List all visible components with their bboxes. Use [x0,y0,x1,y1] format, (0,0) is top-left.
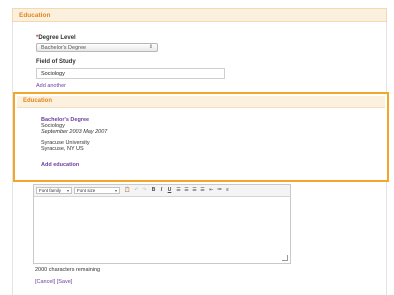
education-panel-header: Education [17,96,385,108]
ordered-list-icon[interactable]: ≡ [224,187,231,194]
paste-icon[interactable]: 📋 [124,187,131,194]
font-size-select[interactable]: Font size ▾ [74,187,120,194]
save-link[interactable]: [Save] [57,279,73,285]
editor-toolbar: Font family ▾ Font size ▾ 📋 ↶ ↷ B I U ☰ ☰ … [34,185,290,197]
chevron-down-icon: ▾ [66,188,69,193]
redo-icon[interactable]: ↷ [141,187,148,194]
align-left-icon[interactable]: ☰ [175,187,182,194]
outdent-icon[interactable]: ⇤ [208,187,215,194]
field-of-study-label: Field of Study [36,59,76,65]
degree-level-label: *Degree Level [36,35,76,41]
education-highlight-panel: Education Bachelor's Degree Sociology Se… [13,92,389,182]
font-family-select[interactable]: Font family ▾ [36,187,72,194]
select-arrows-icon: ⇕ [148,44,153,50]
underline-icon[interactable]: U [166,187,173,194]
characters-remaining: 2000 characters remaining [35,267,101,273]
unordered-list-icon[interactable]: ≔ [216,187,223,194]
degree-level-value: Bachelor's Degree [41,45,87,51]
add-another-link[interactable]: Add another [36,83,66,89]
align-justify-icon[interactable]: ☰ [199,187,206,194]
education-location: Syracuse, NY US [41,146,84,152]
add-education-link[interactable]: Add education [41,162,79,168]
field-of-study-input[interactable]: Sociology [36,68,225,79]
chevron-down-icon: ▾ [114,188,117,193]
bold-icon[interactable]: B [150,187,157,194]
section-title: Education [19,12,51,19]
italic-icon[interactable]: I [158,187,165,194]
form-actions: [Cancel] [Save] [35,279,72,285]
align-right-icon[interactable]: ☰ [191,187,198,194]
resize-handle[interactable] [282,255,288,261]
rich-text-editor[interactable]: Font family ▾ Font size ▾ 📋 ↶ ↷ B I U ☰ ☰ … [33,184,291,264]
degree-level-select[interactable]: Bachelor's Degree ⇕ [36,43,158,52]
education-dates: September 2003 May 2007 [41,129,108,135]
page: Education *Degree Level Bachelor's Degre… [0,0,394,295]
section-header: Education [12,8,387,22]
align-center-icon[interactable]: ☰ [183,187,190,194]
undo-icon[interactable]: ↶ [133,187,140,194]
education-panel-title: Education [23,98,53,104]
cancel-link[interactable]: [Cancel] [35,279,55,285]
